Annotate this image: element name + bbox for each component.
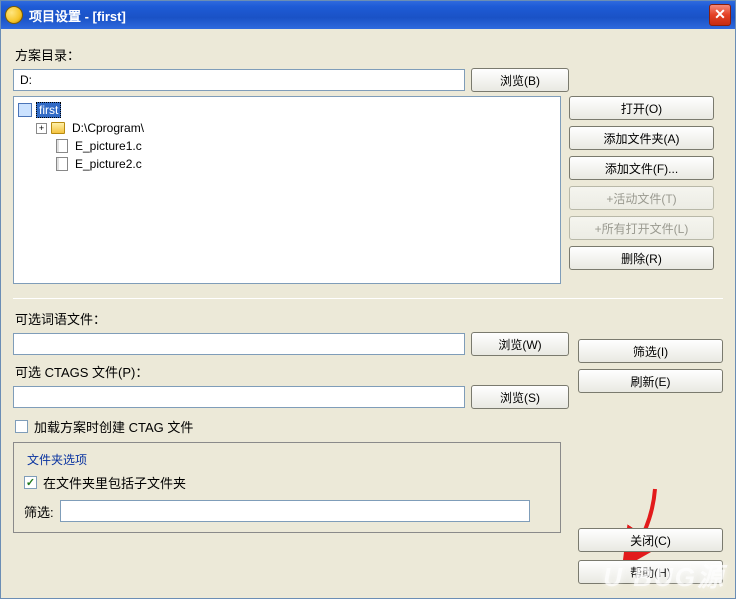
add-file-button[interactable]: 添加文件(F)...	[569, 156, 714, 180]
delete-button[interactable]: 删除(R)	[569, 246, 714, 270]
filter-input[interactable]	[60, 500, 530, 522]
open-button[interactable]: 打开(O)	[569, 96, 714, 120]
folder-options-legend: 文件夹选项	[24, 451, 90, 468]
ctags-input[interactable]	[13, 386, 465, 408]
browse-word-button[interactable]: 浏览(W)	[471, 332, 569, 356]
include-subfolders-row[interactable]: 在文件夹里包括子文件夹	[24, 473, 550, 492]
app-icon	[5, 6, 23, 24]
tree-file-row[interactable]: E_picture2.c	[16, 155, 558, 173]
tree-project-label: first	[36, 102, 61, 118]
browse-ctags-button[interactable]: 浏览(S)	[471, 385, 569, 409]
opt-word-input[interactable]	[13, 333, 465, 355]
all-open-files-button: +所有打开文件(L)	[569, 216, 714, 240]
checkbox-icon[interactable]	[15, 420, 28, 433]
help-button[interactable]: 帮助(H)	[578, 560, 723, 584]
tree-file-label: E_picture1.c	[72, 138, 145, 154]
folder-icon	[51, 122, 65, 134]
tree-file-row[interactable]: E_picture1.c	[16, 137, 558, 155]
tree-file-label: E_picture2.c	[72, 156, 145, 172]
refresh-button[interactable]: 刷新(E)	[578, 369, 723, 393]
filter-label: 筛选:	[24, 502, 54, 521]
tree-folder-label: D:\Cprogram\	[69, 120, 147, 136]
include-subfolders-label: 在文件夹里包括子文件夹	[43, 473, 186, 492]
project-icon	[18, 103, 32, 117]
add-folder-button[interactable]: 添加文件夹(A)	[569, 126, 714, 150]
filter-button[interactable]: 筛选(I)	[578, 339, 723, 363]
browse-button[interactable]: 浏览(B)	[471, 68, 569, 92]
checkbox-icon[interactable]	[24, 476, 37, 489]
folder-options-fieldset: 文件夹选项 在文件夹里包括子文件夹 筛选:	[13, 442, 561, 533]
titlebar: 项目设置 - [first] ✕	[1, 1, 735, 29]
directory-input[interactable]	[13, 69, 465, 91]
opt-word-label: 可选词语文件：	[15, 309, 723, 328]
file-tree[interactable]: first + D:\Cprogram\ E_picture1.c E_pict…	[13, 96, 561, 284]
tree-project-row[interactable]: first	[16, 101, 558, 119]
ctag-create-checkbox-row[interactable]: 加载方案时创建 CTAG 文件	[15, 417, 723, 436]
tree-folder-row[interactable]: + D:\Cprogram\	[16, 119, 558, 137]
close-button[interactable]: 关闭(C)	[578, 528, 723, 552]
ctag-create-label: 加载方案时创建 CTAG 文件	[34, 417, 193, 436]
window-title: 项目设置 - [first]	[29, 6, 126, 25]
file-icon	[56, 139, 68, 153]
file-icon	[56, 157, 68, 171]
active-file-button: +活动文件(T)	[569, 186, 714, 210]
close-icon[interactable]: ✕	[709, 4, 731, 26]
directory-label: 方案目录：	[15, 45, 723, 64]
expand-icon[interactable]: +	[36, 123, 47, 134]
